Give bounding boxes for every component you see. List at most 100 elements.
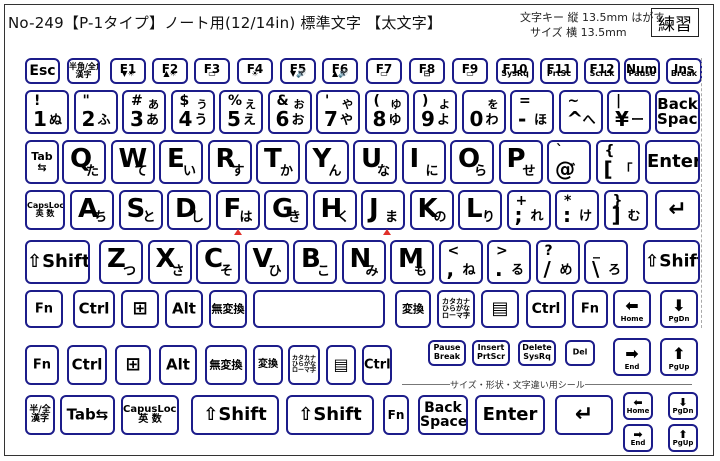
spare-kana-key: カタカナ ひらがな ローマ字 [288, 345, 320, 385]
spare-fn-key: Fn [25, 345, 59, 385]
spare-small-key-0: Pause Break [428, 340, 466, 366]
row_z-key-2: Xさ [147, 240, 192, 284]
row_q-key-11: ` @ ゛ [547, 140, 591, 184]
spare-menu-key: ▤ [326, 345, 356, 385]
fn-key-11-sub: SysRq [501, 69, 529, 78]
fn-key-5-sub: ☀ [251, 69, 259, 78]
row_z-key-9: >. る [487, 240, 531, 284]
last-arrow-key-1: ⬇ PgDn [668, 392, 698, 420]
spare-small-key-1: Insert PrtScr [472, 340, 510, 366]
fn-key-4-sub: ▭ [208, 69, 216, 78]
row_z-key-9-kana: る [510, 263, 524, 278]
row_q-key-8-letter: I [409, 144, 420, 174]
spec-width: サイズ 横 13.5mm [530, 26, 627, 39]
row_num-key-11: ~ ^ へ [558, 90, 603, 134]
row_q-key-12-main: [ [603, 157, 613, 181]
row_z-key-11-kana: ろ [607, 263, 621, 278]
row_num-key-5-kana: お [291, 113, 305, 128]
last-enter-key-label: Enter [482, 404, 538, 425]
row_num-key-7-kana: ゆ [388, 113, 402, 128]
row_z-key-7: Mも [390, 240, 434, 284]
arrow-key-1-sub: PgDn [668, 315, 690, 323]
right-shift-key: ⇧Shift [643, 240, 700, 284]
row_num-key-2-kana: あ [145, 113, 159, 128]
row_a-key-8-kana: の [433, 210, 447, 225]
fn-key-2: F1 ▼☀ [110, 58, 146, 84]
row_num-key-4: % 5 ええ [219, 90, 263, 134]
row_z-key-3: Cそ [196, 240, 240, 284]
row_q-key-7-kana: な [376, 164, 390, 179]
fn-right-key-label: Fn [580, 301, 600, 317]
row_num-key-3: $4 うう [170, 90, 215, 134]
row_z-key-8-main: , [446, 257, 455, 281]
spare-small-key-3: Del [565, 340, 595, 366]
row_num-key-8-kana: よ [436, 113, 450, 128]
fn-key-label: Fn [34, 301, 54, 317]
fn-key-7-sub: ▲🔊 [331, 69, 349, 78]
row_z-key-5: Bこ [293, 240, 337, 284]
row_num-key-6: ' 7 やや [316, 90, 360, 134]
fn-key-6-sub: ▼🔊 [289, 69, 307, 78]
row_q-key-1-kana: た [85, 164, 99, 179]
row_a-key-11-main: : [563, 203, 571, 227]
row_a-key-10: +; れ [506, 190, 551, 230]
space-key [253, 290, 385, 328]
row_num-key-3-kana: う [194, 113, 208, 128]
row_a-key-9-kana: り [481, 210, 495, 225]
last-arrow-key-3-sub: PgUp [672, 439, 694, 447]
fn-key-10: F9 ▭ [452, 58, 488, 84]
muhenkan-key-label: 無変換 [211, 302, 245, 316]
row_num-key-11-kana: へ [582, 113, 596, 128]
spare-arrow-key-0-label: ➡ [625, 344, 639, 363]
row_q-key-9-kana: ら [473, 164, 487, 179]
row_a-key-1: Aち [70, 190, 114, 230]
row_a-key-9: Lり [458, 190, 502, 230]
row_a-key-7: Jま [361, 190, 405, 230]
row_q-key-7: Uな [353, 140, 397, 184]
row_num-key-0-kana: ぬ [48, 113, 62, 128]
right-shift-key-label: ⇧Shift [645, 251, 700, 272]
fn-key-2-sub: ▼☀ [121, 69, 135, 78]
last-arrow-key-2: ➡ End [623, 424, 653, 452]
last-tab-key-label: Tab⇆ [66, 405, 109, 424]
last-arrow-key-0-sub: Home [626, 407, 650, 415]
fn-key-13-sub: ScrLk [589, 69, 615, 78]
row_q-key-11-kana: ゛ [570, 163, 584, 178]
arrow-key-1-label: ⬇ [672, 296, 686, 315]
row_num-key-9: 0をわ [461, 90, 506, 134]
cut-line [701, 58, 702, 328]
fn-key-8-sub: ▭ [380, 69, 388, 78]
return-key: ↵ [655, 190, 700, 230]
spare-arrow-key-1: ⬆ PgUp [660, 338, 698, 376]
row_z-key-10: ? / め [535, 240, 580, 284]
menu-key-label: ▤ [491, 298, 509, 319]
row_num-key-1-main: 2 [81, 107, 96, 131]
row_a-key-7-letter: J [369, 194, 379, 224]
row_q-key-10: Pせ [498, 140, 543, 184]
last-capslock-key-label: CapusLock 英 数 [123, 404, 179, 425]
fn-key-15-sub: Break [670, 69, 698, 78]
spare-kana-key-label: カタカナ ひらがな ローマ字 [291, 355, 316, 374]
row_a-key-10-kana: れ [530, 209, 544, 224]
row_a-key-11-kana: け [578, 209, 592, 224]
return-key-label: ↵ [668, 197, 687, 222]
last-arrow-key-0: ⬅ Home [623, 392, 653, 420]
page-title: No-249【P-1タイプ】ノート用(12/14in) 標準文字 【太文字】 [8, 14, 443, 32]
row_a-key-10-main: ; [514, 203, 523, 227]
fn-key-1-label: 半角/全角 漢字 [69, 62, 98, 79]
spare-small-key-2-label: Delete SysRq [522, 343, 552, 361]
alt-key: Alt [165, 290, 203, 328]
row_z-key-11: _ \ ろ [584, 240, 628, 284]
left-shift-key-label: ⇧Shift [27, 251, 90, 272]
muhenkan-key: 無変換 [209, 290, 247, 328]
fn-key-4: F3 ▭ [194, 58, 230, 84]
row_z-key-1-kana: つ [122, 264, 136, 279]
row_num-key-5: & 6 おお [267, 90, 312, 134]
row_q-key-5-kana: か [279, 164, 293, 179]
arrow-key-0-label: ⬅ [625, 296, 639, 315]
row_num-key-0: ! 1 ぬ [25, 90, 69, 134]
fn-key-0: Esc [25, 58, 60, 84]
left-shift-key: ⇧Shift [25, 240, 90, 284]
fn-key-9: F8 ⊟ [409, 58, 445, 84]
row_q-key-6-kana: ん [328, 164, 342, 179]
